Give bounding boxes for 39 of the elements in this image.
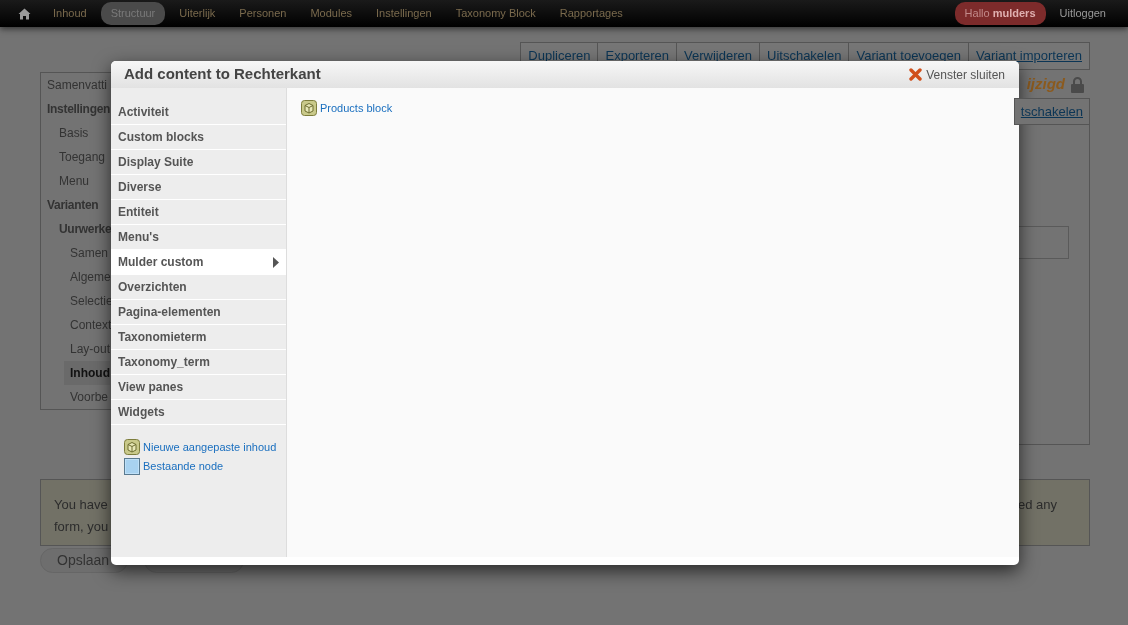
toolbar-link[interactable]: Rapportages	[549, 2, 633, 25]
nav-item[interactable]: Selectie	[64, 288, 113, 313]
nav-item[interactable]: Inhoud	[64, 360, 110, 385]
cube-icon	[124, 439, 140, 456]
nav-item[interactable]: Lay-out	[64, 336, 111, 361]
toolbar-link[interactable]: Inhoud	[43, 2, 97, 25]
nav-item[interactable]: Uurwerke	[53, 216, 112, 241]
nav-item[interactable]: Instellingen	[41, 96, 111, 121]
message-text: ed any	[1017, 496, 1057, 514]
add-link[interactable]: Nieuwe aangepaste inhoud	[124, 439, 286, 456]
nav-item[interactable]: Menu	[53, 168, 90, 193]
toolbar-link[interactable]: Personen	[229, 2, 297, 25]
caret-icon	[273, 256, 279, 268]
toolbar-link[interactable]: Instellingen	[366, 2, 442, 25]
close-icon	[909, 68, 923, 81]
nav-item[interactable]: Voorbe	[64, 384, 109, 409]
home-icon[interactable]	[18, 7, 31, 20]
user-greeting[interactable]: Hallo mulders	[954, 2, 1046, 25]
dialog-title: Add content to Rechterkant	[124, 64, 321, 85]
nav-item[interactable]: Samenvatti	[41, 72, 108, 97]
tab-link[interactable]: tschakelen	[1013, 97, 1090, 125]
nav-item[interactable]: Toegang	[53, 144, 106, 169]
toolbar-link[interactable]: Taxonomy Block	[445, 2, 546, 25]
cube-icon	[301, 100, 317, 117]
nav-item[interactable]: Context	[64, 312, 112, 337]
logout-link[interactable]: Uitloggen	[1049, 2, 1116, 25]
message-text: You have	[54, 496, 108, 514]
add-link[interactable]: Bestaande node	[124, 457, 286, 475]
nav-item[interactable]: Samen	[64, 240, 109, 265]
nav-item[interactable]: Basis	[53, 120, 89, 145]
content-link[interactable]: Products block	[301, 100, 1005, 117]
message-text: form, you	[54, 518, 109, 536]
status-text: ijzigd	[1026, 74, 1065, 95]
nav-item[interactable]: Algeme	[64, 264, 111, 289]
toolbar-link[interactable]: Modules	[300, 2, 363, 25]
toolbar-link[interactable]: Uiterlijk	[169, 2, 226, 25]
document-icon	[124, 457, 140, 475]
nav-item[interactable]: Varianten	[41, 192, 99, 217]
category-item[interactable]: Mulder custom	[111, 250, 286, 275]
